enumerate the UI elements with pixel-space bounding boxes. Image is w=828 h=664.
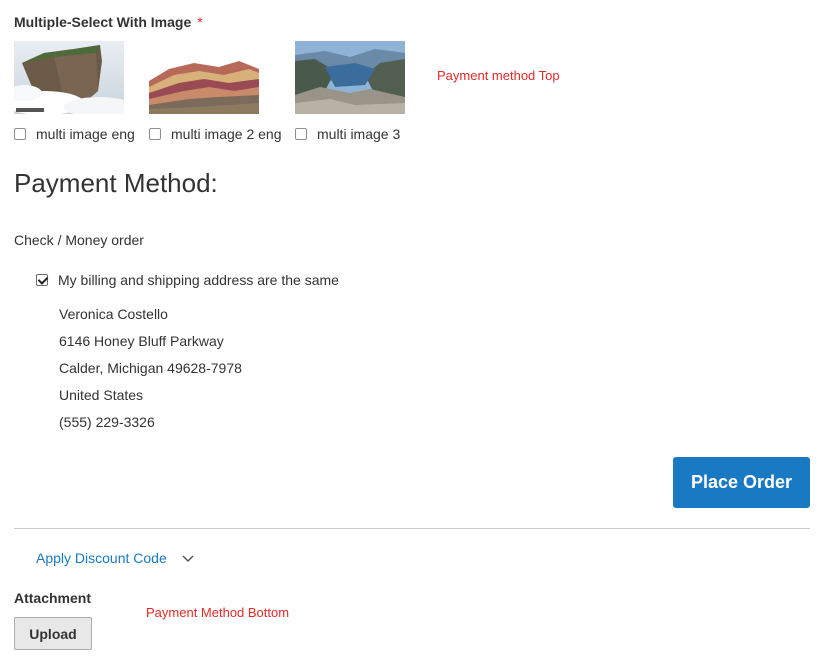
apply-discount-toggle[interactable]: Apply Discount Code xyxy=(36,550,195,566)
fjord-view-image xyxy=(295,41,405,114)
option-label-3: multi image 3 xyxy=(317,126,401,142)
payment-method-title: Payment Method: xyxy=(14,168,218,198)
rainbow-mountain-image xyxy=(149,51,259,114)
multiselect-title-text: Multiple-Select With Image xyxy=(14,14,192,30)
option-multi-image-3[interactable]: multi image 3 xyxy=(295,126,400,142)
upload-button[interactable]: Upload xyxy=(14,617,92,650)
payment-method-top-note: Payment method Top xyxy=(437,68,560,83)
same-address-option[interactable]: My billing and shipping address are the … xyxy=(36,272,339,288)
checkbox-multi-image-2[interactable] xyxy=(149,128,161,140)
place-order-button[interactable]: Place Order xyxy=(673,457,810,508)
required-mark: * xyxy=(197,14,203,30)
payment-method-option[interactable]: Check / Money order xyxy=(14,232,144,248)
payment-method-bottom-note: Payment Method Bottom xyxy=(146,605,290,620)
same-address-checkbox[interactable] xyxy=(36,274,48,286)
checkbox-multi-image-1[interactable] xyxy=(14,128,26,140)
tepui-cliff-image xyxy=(14,41,124,114)
address-street: 6146 Honey Bluff Parkway xyxy=(59,333,224,349)
chevron-down-icon xyxy=(181,551,195,565)
section-divider xyxy=(14,528,810,529)
address-city: Calder, Michigan 49628-7978 xyxy=(59,360,242,376)
address-country: United States xyxy=(59,387,144,403)
address-phone: (555) 229-3326 xyxy=(59,414,155,430)
same-address-label: My billing and shipping address are the … xyxy=(58,272,339,288)
apply-discount-label: Apply Discount Code xyxy=(36,550,167,566)
attachment-title: Attachment xyxy=(14,590,92,606)
option-multi-image-1[interactable]: multi image eng xyxy=(14,126,135,142)
address-name: Veronica Costello xyxy=(59,306,168,322)
option-label-1: multi image eng xyxy=(36,126,135,142)
option-label-2: multi image 2 eng xyxy=(171,126,282,142)
option-multi-image-2[interactable]: multi image 2 eng xyxy=(149,126,282,142)
checkbox-multi-image-3[interactable] xyxy=(295,128,307,140)
multiselect-title: Multiple-Select With Image * xyxy=(14,14,203,30)
